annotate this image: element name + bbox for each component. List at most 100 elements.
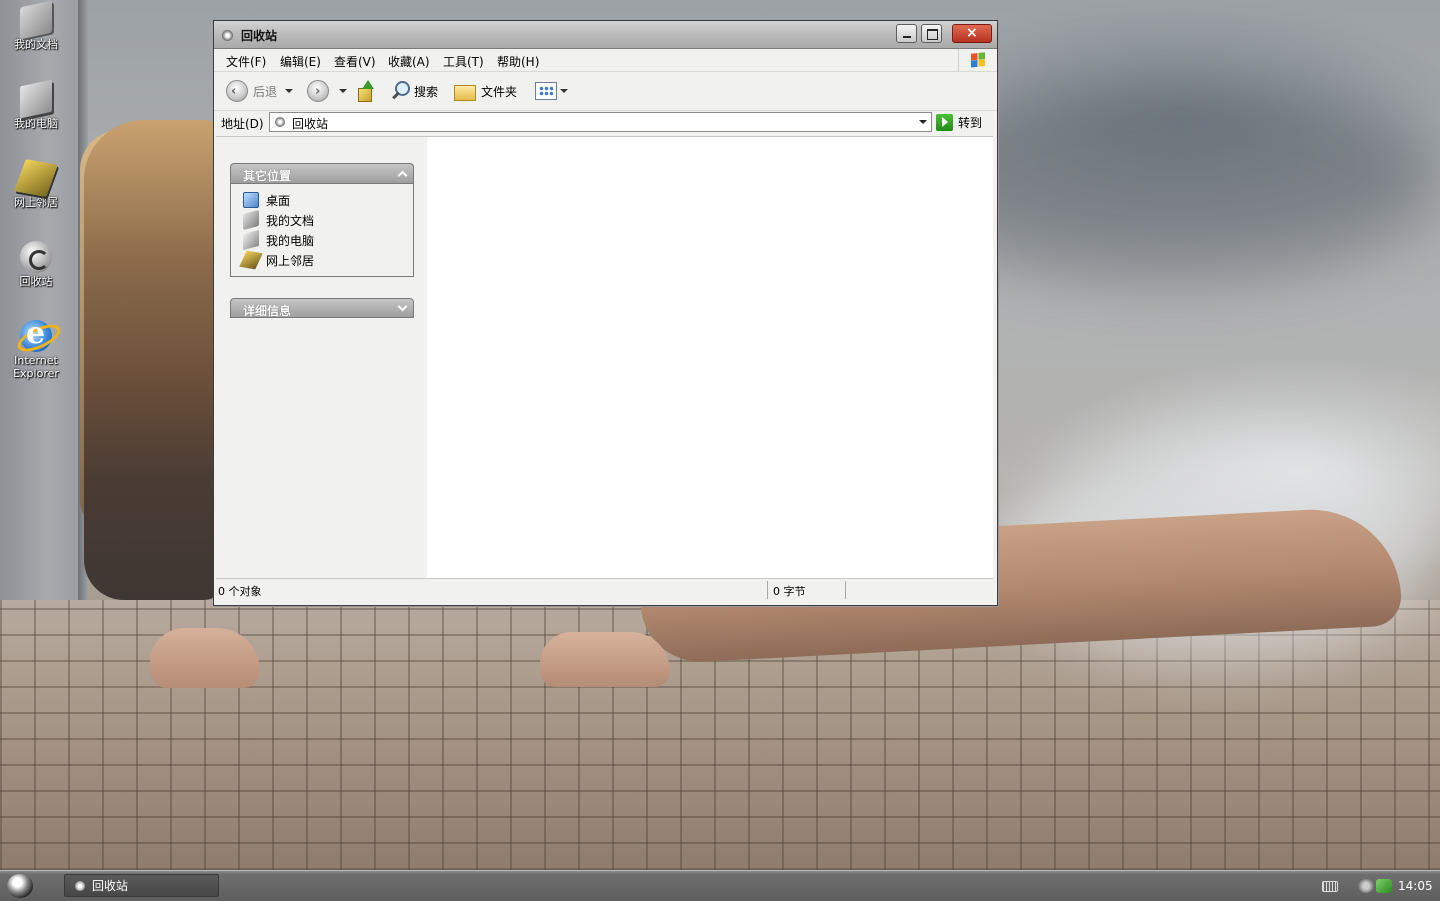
place-link-my-computer[interactable]: 我的电脑 [231, 229, 413, 251]
up-folder-button[interactable] [356, 78, 374, 104]
details-panel: 详细信息 [230, 298, 414, 318]
minimize-icon [903, 36, 911, 38]
forward-dropdown-icon[interactable] [339, 89, 347, 93]
desktop-icon-internet-explorer[interactable]: Internet Explorer [4, 316, 68, 380]
desktop-icon-label: 我的文档 [14, 38, 58, 51]
address-input[interactable]: 回收站 [269, 112, 932, 132]
chevron-down-icon [919, 120, 927, 124]
task-pane: 其它位置 桌面 我的文档 我的电脑 网上邻居 详细信息 [216, 137, 427, 578]
toolbar: ‹ 后退 › 搜索 文件夹 [214, 72, 997, 111]
computer-icon [20, 79, 52, 119]
recycle-bin-icon [222, 30, 233, 41]
close-button[interactable]: × [952, 24, 992, 43]
windows-logo [958, 49, 997, 71]
taskbar-item-recycle-bin[interactable]: 回收站 [64, 874, 219, 897]
clock[interactable]: 14:05 [1398, 879, 1433, 893]
desktop-icon-my-documents[interactable]: 我的文档 [4, 0, 68, 51]
content-area: 其它位置 桌面 我的文档 我的电脑 网上邻居 详细信息 [216, 136, 993, 578]
place-label: 我的文档 [266, 213, 315, 228]
window-title: 回收站 [241, 29, 278, 43]
network-status-icon[interactable] [1376, 879, 1392, 893]
search-button[interactable]: 搜索 [390, 78, 438, 104]
start-orb-icon [7, 874, 33, 898]
place-link-desktop[interactable]: 桌面 [231, 190, 413, 210]
place-label: 我的电脑 [266, 233, 315, 248]
up-folder-icon [356, 80, 374, 102]
desktop-icon-label: Internet [14, 354, 58, 367]
chevron-up-icon[interactable] [397, 168, 408, 179]
details-header[interactable]: 详细信息 [230, 298, 414, 318]
file-list-area[interactable] [427, 137, 993, 578]
windows-flag-icon [971, 52, 985, 68]
desktop-icon-label: 网上邻居 [14, 196, 58, 209]
close-icon: × [966, 25, 978, 41]
go-label: 转到 [958, 115, 983, 130]
status-bar: 0 个对象 0 字节 [216, 578, 993, 601]
menu-tools[interactable]: 工具(T) [443, 53, 484, 70]
desktop-icon-recycle-bin[interactable]: 回收站 [4, 241, 68, 288]
views-icon [535, 82, 557, 100]
status-divider [845, 581, 846, 599]
status-divider [767, 581, 768, 599]
chevron-down-icon[interactable] [397, 303, 408, 314]
maximize-button[interactable] [921, 24, 942, 43]
other-places-header[interactable]: 其它位置 [230, 163, 414, 183]
title-bar[interactable]: 回收站 × [214, 21, 997, 49]
taskbar-item-label: 回收站 [92, 879, 129, 893]
system-tray: 14:05 [1310, 871, 1440, 901]
views-dropdown-icon [560, 89, 568, 93]
desktop-icon-my-computer[interactable]: 我的电脑 [4, 79, 68, 130]
recycle-bin-icon [275, 117, 285, 127]
start-button[interactable] [4, 873, 38, 900]
go-button[interactable]: 转到 [936, 112, 992, 132]
address-label: 地址(D) [221, 117, 264, 131]
minimize-button[interactable] [896, 24, 917, 43]
views-button[interactable] [535, 78, 568, 104]
go-arrow-icon [936, 113, 953, 131]
volume-icon[interactable] [1358, 879, 1374, 893]
menu-view[interactable]: 查看(V) [334, 53, 376, 70]
back-button[interactable]: ‹ 后退 [226, 78, 294, 104]
place-label: 网上邻居 [266, 253, 315, 268]
desktop-icon-label: Explorer [13, 367, 59, 380]
desktop-icon-network-places[interactable]: 网上邻居 [4, 159, 68, 209]
recycle-bin-icon [75, 880, 85, 891]
search-label: 搜索 [414, 84, 439, 99]
address-dropdown-button[interactable] [915, 113, 931, 131]
place-label: 桌面 [266, 193, 291, 208]
search-icon [390, 80, 410, 102]
menu-file[interactable]: 文件(F) [226, 53, 266, 70]
desktop-icon-label: 回收站 [19, 275, 53, 288]
menu-edit[interactable]: 编辑(E) [280, 53, 321, 70]
menu-favorites[interactable]: 收藏(A) [388, 53, 430, 70]
back-dropdown-icon[interactable] [285, 89, 294, 93]
menu-help[interactable]: 帮助(H) [497, 53, 539, 70]
keyboard-icon[interactable] [1322, 881, 1338, 892]
network-icon [14, 159, 58, 197]
wallpaper-figure-hand [150, 628, 260, 688]
computer-icon [243, 229, 259, 251]
recycle-bin-window: 回收站 × 文件(F) 编辑(E) 查看(V) 收藏(A) 工具(T) 帮助(H… [213, 20, 998, 606]
folders-button[interactable]: 文件夹 [454, 78, 517, 104]
details-title: 详细信息 [243, 304, 292, 318]
place-link-network-places[interactable]: 网上邻居 [231, 250, 413, 270]
place-link-my-documents[interactable]: 我的文档 [231, 209, 413, 231]
forward-button[interactable]: › [307, 78, 347, 104]
forward-arrow-icon: › [307, 80, 329, 102]
internet-explorer-icon [20, 316, 52, 352]
status-object-count: 0 个对象 [218, 585, 262, 598]
taskbar: 回收站 14:05 [0, 870, 1440, 901]
desktop-icon [243, 192, 259, 208]
status-size: 0 字节 [773, 585, 806, 598]
folder-icon [454, 82, 476, 101]
other-places-title: 其它位置 [243, 169, 292, 183]
wallpaper-figure [84, 120, 224, 600]
address-bar: 地址(D) 回收站 转到 [214, 111, 997, 135]
back-label: 后退 [253, 84, 278, 99]
other-places-list: 桌面 我的文档 我的电脑 网上邻居 [230, 183, 414, 277]
maximize-icon [927, 29, 938, 40]
wallpaper-figure-hand [540, 632, 670, 687]
recycle-bin-icon [20, 241, 52, 273]
back-arrow-icon: ‹ [226, 80, 248, 102]
documents-icon [20, 0, 52, 40]
